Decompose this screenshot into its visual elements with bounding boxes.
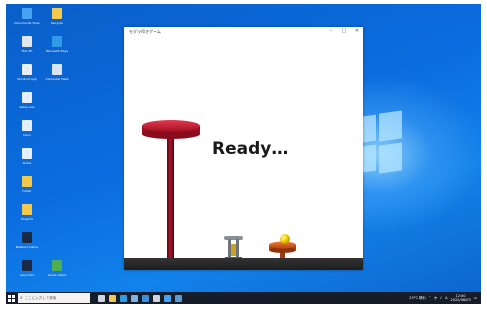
app-icon bbox=[22, 260, 32, 271]
desktop-icon[interactable]: Recycle bbox=[40, 8, 74, 36]
settings-icon[interactable] bbox=[153, 294, 160, 302]
file-explorer-icon[interactable] bbox=[109, 294, 116, 302]
clock-date: 2022/06/03 bbox=[450, 298, 471, 302]
game-app-icon[interactable] bbox=[175, 294, 182, 302]
launcher-arm bbox=[236, 239, 239, 258]
search-placeholder: ここに入力して検索 bbox=[24, 295, 57, 300]
edge-icon[interactable] bbox=[120, 294, 127, 302]
launcher-arm bbox=[228, 239, 231, 258]
ground-floor bbox=[124, 258, 363, 270]
desktop-icon[interactable]: Docs bbox=[10, 120, 44, 148]
desktop-icon-label: Network Game bbox=[15, 245, 39, 249]
minimize-button[interactable]: – bbox=[325, 27, 337, 36]
desktop-icon-label: Documents Tools bbox=[14, 21, 40, 25]
red-pole-platform bbox=[142, 120, 200, 262]
desktop-icon[interactable]: Setup.exe bbox=[10, 92, 44, 120]
chevron-up-icon[interactable]: ˄ bbox=[429, 296, 431, 300]
desktop-icon-label: Computer Data bbox=[45, 77, 69, 81]
search-icon: ⌕ bbox=[20, 295, 23, 301]
desktop-icon[interactable]: Computer Data bbox=[40, 64, 74, 92]
taskbar-search-box[interactable]: ⌕ ここに入力して検索 bbox=[18, 293, 90, 303]
start-button[interactable] bbox=[6, 292, 16, 304]
platform-top bbox=[142, 120, 200, 132]
desktop-icon[interactable]: Projects bbox=[10, 204, 44, 232]
file-icon bbox=[22, 120, 32, 131]
windows-start-icon bbox=[7, 294, 15, 302]
ime-indicator[interactable]: A bbox=[445, 296, 447, 300]
file-icon bbox=[22, 92, 32, 103]
yellow-ball bbox=[280, 234, 290, 244]
taskbar: ⌕ ここに入力して検索 23°C 晴れ ˄ ◔ ♪ A 12:00 2022/0… bbox=[6, 292, 481, 304]
launcher-crossbar bbox=[224, 236, 243, 240]
recycle-bin-icon bbox=[22, 36, 32, 47]
desktop-icon-label: Projects bbox=[21, 217, 33, 221]
pole bbox=[167, 129, 174, 262]
game-canvas[interactable]: Ready… bbox=[124, 36, 363, 270]
folder-icon bbox=[22, 176, 32, 187]
weather-widget[interactable]: 23°C 晴れ bbox=[409, 296, 426, 301]
desktop-icon-label: Folder bbox=[22, 189, 32, 193]
app-icon bbox=[22, 232, 32, 243]
desktop-icon[interactable]: Notes bbox=[10, 148, 44, 176]
system-tray: 23°C 晴れ ˄ ◔ ♪ A 12:00 2022/06/03 ▭ bbox=[409, 292, 477, 304]
launcher-core bbox=[231, 244, 236, 256]
game-window[interactable]: モグラ叩きゲーム – □ ✕ Ready… bbox=[124, 27, 363, 270]
desktop-icon-label: Docs bbox=[23, 133, 31, 137]
desktop-icon-label: Launcher bbox=[20, 273, 34, 277]
close-button[interactable]: ✕ bbox=[351, 27, 363, 36]
desktop-icon[interactable]: This PC bbox=[10, 36, 44, 64]
maximize-button[interactable]: □ bbox=[338, 27, 350, 36]
file-icon bbox=[22, 148, 32, 159]
desktop-icon-label: Recycle bbox=[51, 21, 63, 25]
edge-icon bbox=[52, 36, 62, 47]
volume-icon[interactable]: ♪ bbox=[440, 296, 442, 300]
desktop-icon[interactable]: Launcher bbox=[10, 260, 44, 288]
target-with-ball bbox=[269, 234, 296, 260]
desktop-icon[interactable]: Shortcut App bbox=[10, 64, 44, 92]
desktop-icon[interactable]: Game Client bbox=[40, 260, 74, 288]
app-icon bbox=[22, 64, 32, 75]
desktop-icon-label: This PC bbox=[21, 49, 33, 53]
pinned-apps bbox=[94, 294, 182, 302]
app-icon bbox=[22, 8, 32, 19]
desktop-icon-label: Setup.exe bbox=[19, 105, 35, 109]
folder-icon bbox=[22, 204, 32, 215]
desktop-icon-label: Shortcut App bbox=[17, 77, 37, 81]
store-icon[interactable] bbox=[131, 294, 138, 302]
clock[interactable]: 12:00 2022/06/03 bbox=[451, 294, 471, 302]
desktop-icon[interactable]: Microsoft Edge bbox=[40, 36, 74, 64]
desktop-icon-label: Game Client bbox=[47, 273, 67, 277]
desktop: Documents Tools Recycle This PC Microsoft E… bbox=[6, 4, 481, 304]
task-view-icon[interactable] bbox=[98, 294, 105, 302]
desktop-icon[interactable]: Documents Tools bbox=[10, 8, 44, 36]
network-icon[interactable]: ◔ bbox=[434, 296, 437, 300]
window-titlebar[interactable]: モグラ叩きゲーム – □ ✕ bbox=[124, 27, 363, 36]
desktop-icon[interactable]: Network Game bbox=[10, 232, 44, 260]
laptop-icon bbox=[52, 64, 62, 75]
mail-icon[interactable] bbox=[142, 294, 149, 302]
folder-icon bbox=[52, 8, 62, 19]
desktop-icon[interactable]: Folder bbox=[10, 176, 44, 204]
app-icon[interactable] bbox=[164, 294, 171, 302]
status-ready-text: Ready… bbox=[212, 139, 289, 159]
globe-icon bbox=[52, 260, 62, 271]
desktop-icon-label: Microsoft Edge bbox=[45, 49, 69, 53]
desktop-icon-label: Notes bbox=[22, 161, 32, 165]
window-title: モグラ叩きゲーム bbox=[129, 29, 161, 34]
notification-icon[interactable]: ▭ bbox=[474, 296, 477, 300]
